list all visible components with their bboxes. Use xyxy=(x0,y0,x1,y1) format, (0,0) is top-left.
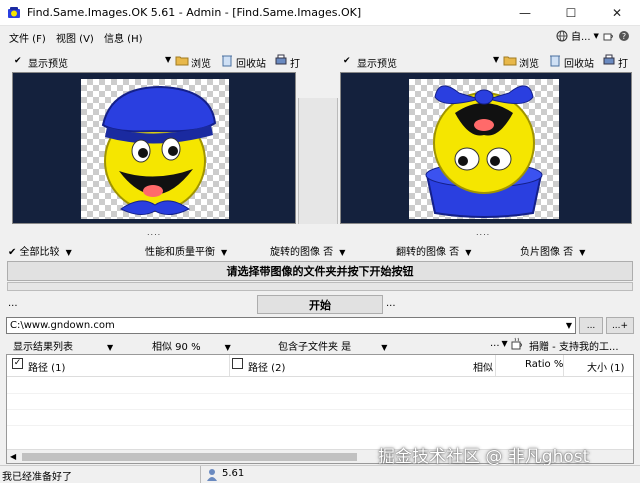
flipped-images-option[interactable]: 翻转的图像 否 ▼ xyxy=(396,243,471,258)
subfolders-option[interactable]: 包含子文件夹 是 ▼ xyxy=(278,338,387,353)
left-preview-label[interactable]: 显示预览 xyxy=(28,55,68,70)
col-size[interactable]: 大小 (1) xyxy=(587,359,624,374)
left-browse-button[interactable]: 浏览 xyxy=(191,55,211,70)
add-folder-button[interactable]: ...+ xyxy=(606,317,634,334)
show-results-option[interactable]: 显示结果列表 ▼ xyxy=(13,338,113,353)
print-icon[interactable] xyxy=(602,53,616,67)
menu-view[interactable]: 视图 (V) xyxy=(56,30,94,45)
left-image-canvas xyxy=(81,79,229,219)
right-print-button[interactable]: 打 xyxy=(618,55,628,70)
watermark: 掘金技术社区 @ 非凡ghost xyxy=(378,447,590,467)
right-preview-label[interactable]: 显示预览 xyxy=(357,55,397,70)
folder-path-value: C:\www.gndown.com xyxy=(10,320,115,331)
start-button[interactable]: 开始 xyxy=(257,295,383,314)
left-image-preview[interactable] xyxy=(12,72,296,224)
coffee-icon[interactable] xyxy=(602,30,615,42)
row-separator xyxy=(7,409,633,410)
right-recycle-button[interactable]: 回收站 xyxy=(564,55,594,70)
row-separator xyxy=(7,393,633,394)
negative-images-option[interactable]: 负片图像 否 ▼ xyxy=(520,243,585,258)
recycle-bin-icon[interactable] xyxy=(220,53,234,67)
coffee-icon[interactable] xyxy=(510,337,524,351)
left-recycle-button[interactable]: 回收站 xyxy=(236,55,266,70)
result-options-row: 显示结果列表 ▼ 相似 90 % ▼ 包含子文件夹 是 ▼ ... ▼ 捐赠 - 支持我… xyxy=(0,337,640,354)
recycle-bin-icon[interactable] xyxy=(548,53,562,67)
left-pane-toolbar: ✔ 显示预览 ▼ 浏览 回收站 打 xyxy=(0,50,300,72)
check-icon[interactable]: ✔ xyxy=(343,56,351,66)
right-more-dots[interactable]: ... xyxy=(386,298,396,309)
progress-bar xyxy=(7,282,633,291)
help-icon[interactable]: ? xyxy=(618,30,630,42)
instruction-message: 请选择带图像的文件夹并按下开始按钮 xyxy=(7,261,633,281)
menu-file[interactable]: 文件 (F) xyxy=(9,30,46,45)
performance-option[interactable]: 性能和质量平衡 ▼ xyxy=(145,243,227,258)
results-header: ✓ 路径 (1) 路径 (2) 相似 Ratio % 大小 (1) xyxy=(7,355,633,377)
col-path2[interactable]: 路径 (2) xyxy=(248,359,285,374)
maximize-button[interactable]: ☐ xyxy=(548,0,594,26)
app-icon xyxy=(8,7,20,18)
preview-splitter[interactable] xyxy=(298,98,338,224)
column-divider xyxy=(495,355,496,376)
menu-bar: 文件 (F) 视图 (V) 信息 (H) 自... ▼ ? xyxy=(0,26,640,46)
col-path1[interactable]: 路径 (1) xyxy=(28,359,65,374)
right-image-canvas xyxy=(409,79,559,219)
col-ratio[interactable]: Ratio % xyxy=(525,359,563,370)
folder-icon[interactable] xyxy=(175,53,189,67)
status-bar: 我已经准备好了 5.61 xyxy=(0,465,640,483)
status-divider xyxy=(200,466,201,483)
path2-checkbox[interactable] xyxy=(232,358,243,369)
chevron-down-icon[interactable]: ▼ xyxy=(493,55,499,64)
ready-status: 我已经准备好了 xyxy=(2,472,72,483)
donate-button[interactable]: 捐赠 - 支持我的工... xyxy=(529,338,619,353)
path1-checkbox[interactable]: ✓ xyxy=(12,358,23,369)
compare-options-row: ✔ 全部比较 ▼ 性能和质量平衡 ▼ 旋转的图像 否 ▼ 翻转的图像 否 ▼ 负片图像 … xyxy=(0,243,640,259)
left-more-dots[interactable]: ... xyxy=(8,298,18,309)
check-icon[interactable]: ✔ xyxy=(14,56,22,66)
print-icon[interactable] xyxy=(274,53,288,67)
right-image-preview[interactable] xyxy=(340,72,632,224)
donate-more-dots[interactable]: ... ▼ xyxy=(490,338,508,349)
left-print-button[interactable]: 打 xyxy=(290,55,300,70)
folder-icon[interactable] xyxy=(503,53,517,67)
window-title: Find.Same.Images.OK 5.61 - Admin - [Find… xyxy=(27,6,362,19)
minimize-button[interactable]: — xyxy=(502,0,548,26)
browse-folder-button[interactable]: ... xyxy=(579,317,603,334)
right-preview-resize-handle[interactable]: .... xyxy=(476,228,490,237)
full-compare-option[interactable]: ✔ 全部比较 ▼ xyxy=(8,243,72,258)
close-button[interactable]: ✕ xyxy=(594,0,640,26)
version-status: 5.61 xyxy=(222,468,245,479)
smiley-image xyxy=(425,85,543,218)
title-bar: Find.Same.Images.OK 5.61 - Admin - [Find… xyxy=(0,0,640,26)
similarity-option[interactable]: 相似 90 % ▼ xyxy=(152,338,231,353)
person-icon xyxy=(207,469,217,481)
folder-path-input[interactable]: C:\www.gndown.com ▼ xyxy=(6,317,576,334)
globe-icon[interactable] xyxy=(556,30,568,42)
col-similar[interactable]: 相似 xyxy=(473,359,493,374)
smiley-image xyxy=(101,85,217,215)
right-browse-button[interactable]: 浏览 xyxy=(519,55,539,70)
right-pane-toolbar: ✔ 显示预览 ▼ 浏览 回收站 打 xyxy=(338,50,640,72)
auto-label[interactable]: 自... xyxy=(571,28,591,43)
chevron-down-icon[interactable]: ▼ xyxy=(165,55,171,64)
svg-text:?: ? xyxy=(622,32,626,41)
row-separator xyxy=(7,425,633,426)
menu-info[interactable]: 信息 (H) xyxy=(104,30,143,45)
scroll-left-icon[interactable]: ◀ xyxy=(10,452,16,461)
rotated-images-option[interactable]: 旋转的图像 否 ▼ xyxy=(270,243,345,258)
scrollbar-thumb[interactable] xyxy=(22,453,357,461)
column-divider xyxy=(229,355,230,376)
left-preview-resize-handle[interactable]: .... xyxy=(147,228,161,237)
chevron-down-icon[interactable]: ▼ xyxy=(566,318,572,333)
chevron-down-icon[interactable]: ▼ xyxy=(594,32,599,40)
menu-right-tools: 自... ▼ ? xyxy=(556,28,630,43)
